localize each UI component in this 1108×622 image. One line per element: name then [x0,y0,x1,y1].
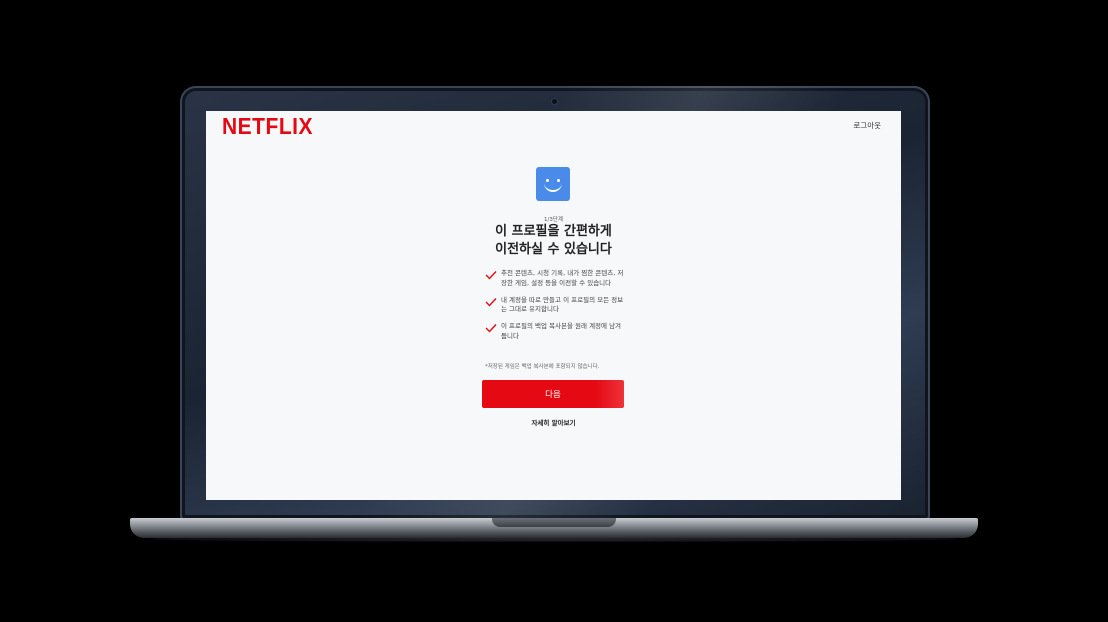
check-icon [485,271,497,280]
page-title: 이 프로필을 간편하게 이전하실 수 있습니다 [206,223,901,259]
benefit-item: 추천 콘텐츠, 시청 기록, 내가 찜한 콘텐츠, 저장한 게임, 설정 등을 … [485,269,625,289]
page-title-line-1: 이 프로필을 간편하게 [495,224,612,239]
smiley-face-icon [544,183,562,192]
benefit-item: 이 프로필의 백업 복사본을 원래 계정에 남겨둡니다 [485,322,625,342]
profile-avatar [536,167,570,201]
check-icon [485,297,497,307]
benefit-text: 내 계정을 따로 만들고 이 프로필의 모든 정보는 그대로 유지합니다 [501,295,624,314]
benefit-text: 추천 콘텐츠, 시청 기록, 내가 찜한 콘텐츠, 저장한 게임, 설정 등을 … [501,269,624,287]
laptop-base-notch [492,518,616,527]
learn-more-link[interactable]: 자세히 알아보기 [206,417,901,427]
next-button[interactable]: 다음 [482,380,624,408]
avatar-left-eye [546,179,549,182]
benefit-text: 이 프로필의 백업 복사본을 원래 계정에 남겨둡니다 [501,322,622,340]
check-icon [485,324,497,333]
benefits-list: 추천 콘텐츠, 시청 기록, 내가 찜한 콘텐츠, 저장한 게임, 설정 등을 … [485,269,625,349]
laptop-screen: NETFLIX 로그아웃 1/3단계 이 프로필을 간편하게 이전하실 수 있습… [206,111,901,500]
avatar-right-eye [557,179,560,182]
camera-icon [552,99,557,104]
netflix-logo[interactable]: NETFLIX [222,114,313,141]
logout-link[interactable]: 로그아웃 [853,120,881,131]
step-indicator: 1/3단계 [544,217,563,223]
page-title-line-2: 이전하실 수 있습니다 [495,242,612,257]
footnote: *저장된 게임은 백업 복사본에 포함되지 않습니다. [485,364,600,370]
benefit-item: 내 계정을 따로 만들고 이 프로필의 모든 정보는 그대로 유지합니다 [485,296,625,316]
laptop-mockup: NETFLIX 로그아웃 1/3단계 이 프로필을 간편하게 이전하실 수 있습… [0,0,1108,622]
